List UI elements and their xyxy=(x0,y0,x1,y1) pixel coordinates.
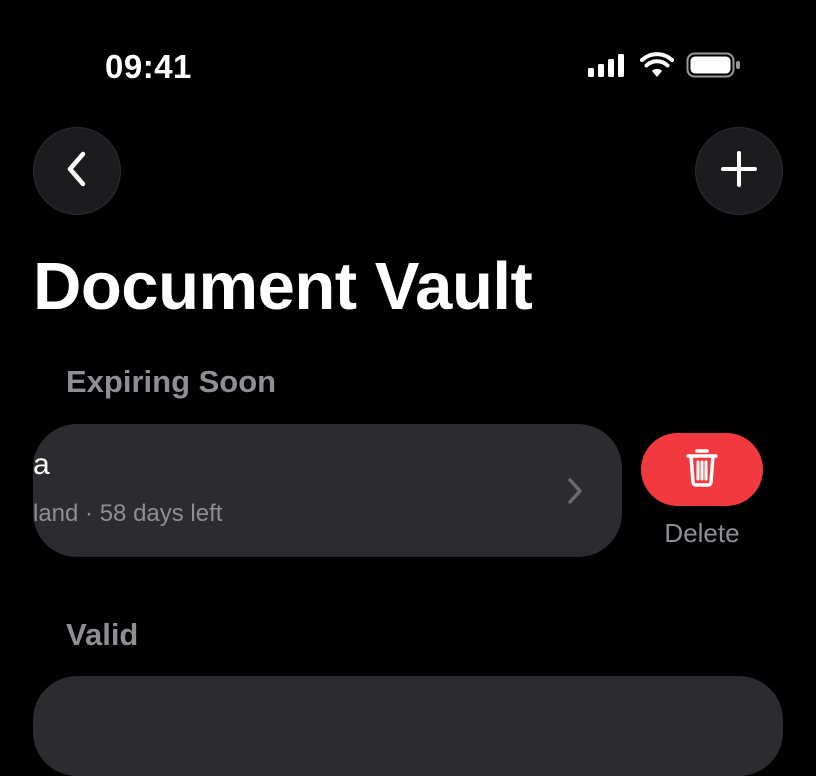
section-header-expiring-soon: Expiring Soon xyxy=(66,364,277,399)
document-subtitle: land · 58 days left xyxy=(33,500,223,527)
signal-icon xyxy=(588,53,628,82)
trash-icon xyxy=(685,447,719,492)
add-document-button[interactable] xyxy=(695,127,783,215)
back-button[interactable] xyxy=(33,127,121,215)
battery-icon xyxy=(686,52,742,83)
document-row-partial[interactable] xyxy=(33,676,783,776)
status-icons xyxy=(588,51,742,83)
document-row[interactable]: a land · 58 days left xyxy=(33,424,622,557)
document-title: a xyxy=(33,448,50,481)
page-title: Document Vault xyxy=(33,249,533,324)
status-bar: 09:41 xyxy=(0,0,816,120)
wifi-icon xyxy=(640,51,674,83)
chevron-left-icon xyxy=(62,149,92,194)
status-time: 09:41 xyxy=(105,48,192,85)
delete-button[interactable] xyxy=(641,433,763,506)
plus-icon xyxy=(719,149,759,194)
chevron-right-icon xyxy=(565,476,585,511)
section-header-valid: Valid xyxy=(66,617,139,652)
delete-label: Delete xyxy=(664,518,740,548)
